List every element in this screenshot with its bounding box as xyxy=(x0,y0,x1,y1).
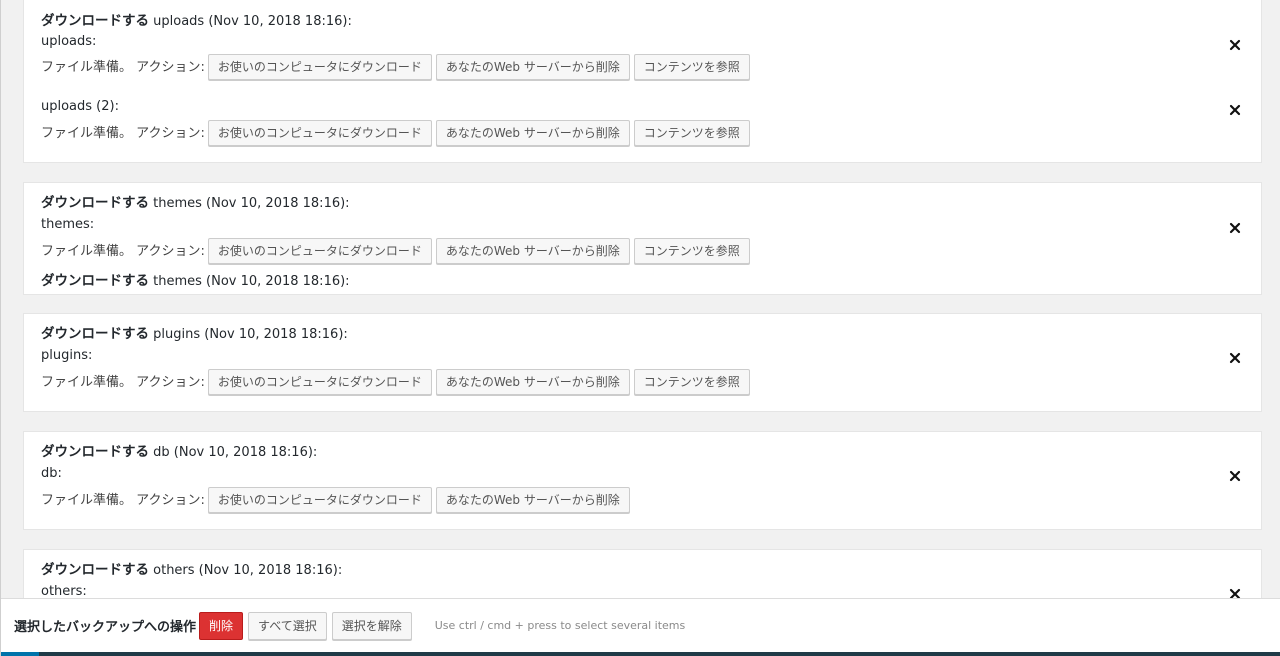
panel-heading: ダウンロードする plugins (Nov 10, 2018 18:16): xyxy=(41,322,348,342)
delete-from-server-button[interactable]: あなたのWeb サーバーから削除 xyxy=(435,120,630,146)
heading-suffix: db (Nov 10, 2018 18:16): xyxy=(153,445,318,460)
view-contents-button[interactable]: コンテンツを参照 xyxy=(633,238,750,264)
heading-suffix: uploads (Nov 10, 2018 18:16): xyxy=(153,14,352,29)
entity-label: uploads (2): xyxy=(41,99,119,114)
panel-heading: ダウンロードする db (Nov 10, 2018 18:16): xyxy=(41,440,317,460)
close-icon[interactable] xyxy=(1229,470,1241,482)
entity-label: db: xyxy=(41,466,62,481)
entity-label: uploads: xyxy=(41,34,97,49)
close-icon[interactable] xyxy=(1229,222,1241,234)
heading-suffix: others (Nov 10, 2018 18:16): xyxy=(153,563,343,578)
admin-bottom-accent xyxy=(1,652,39,656)
heading-suffix: themes (Nov 10, 2018 18:16): xyxy=(153,274,350,289)
panel-heading: ダウンロードする others (Nov 10, 2018 18:16): xyxy=(41,558,342,578)
download-to-computer-button[interactable]: お使いのコンピュータにダウンロード xyxy=(207,54,432,80)
status-text: ファイル準備。 アクション: xyxy=(41,126,205,141)
view-contents-button[interactable]: コンテンツを参照 xyxy=(633,120,750,146)
close-icon[interactable] xyxy=(1229,39,1241,51)
heading-suffix: plugins (Nov 10, 2018 18:16): xyxy=(153,327,348,342)
entity-actions: ファイル準備。 アクション: お使いのコンピュータにダウンロード あなたのWeb… xyxy=(41,487,634,515)
download-to-computer-button[interactable]: お使いのコンピュータにダウンロード xyxy=(207,487,432,513)
status-text: ファイル準備。 アクション: xyxy=(41,493,205,508)
entity-label: plugins: xyxy=(41,348,93,363)
bulk-actions-label: 選択したバックアップへの操作 xyxy=(14,620,197,635)
download-panel-plugins: ダウンロードする plugins (Nov 10, 2018 18:16): p… xyxy=(23,313,1262,412)
select-all-button[interactable]: すべて選択 xyxy=(248,611,327,640)
heading-prefix: ダウンロードする xyxy=(41,444,149,460)
multi-select-hint: Use ctrl / cmd + press to select several… xyxy=(434,619,686,632)
entity-actions: ファイル準備。 アクション: お使いのコンピュータにダウンロード あなたのWeb… xyxy=(41,369,754,397)
download-panel-themes: ダウンロードする themes (Nov 10, 2018 18:16): th… xyxy=(23,182,1262,295)
download-to-computer-button[interactable]: お使いのコンピュータにダウンロード xyxy=(207,369,432,395)
entity-label: themes: xyxy=(41,217,95,232)
delete-from-server-button[interactable]: あなたのWeb サーバーから削除 xyxy=(435,487,630,513)
delete-from-server-button[interactable]: あなたのWeb サーバーから削除 xyxy=(435,238,630,264)
deselect-button[interactable]: 選択を解除 xyxy=(331,611,412,640)
download-to-computer-button[interactable]: お使いのコンピュータにダウンロード xyxy=(207,238,432,264)
entity-actions: ファイル準備。 アクション: お使いのコンピュータにダウンロード あなたのWeb… xyxy=(41,238,754,266)
status-text: ファイル準備。 アクション: xyxy=(41,375,205,390)
heading-prefix: ダウンロードする xyxy=(41,13,149,29)
heading-prefix: ダウンロードする xyxy=(41,326,149,342)
entity-actions: ファイル準備。 アクション: お使いのコンピュータにダウンロード あなたのWeb… xyxy=(41,54,754,82)
backup-download-list: ダウンロードする uploads (Nov 10, 2018 18:16): u… xyxy=(0,0,1280,656)
panel-heading: ダウンロードする uploads (Nov 10, 2018 18:16): xyxy=(41,9,352,29)
close-icon[interactable] xyxy=(1229,104,1241,116)
admin-bottom-strip xyxy=(1,652,1280,656)
close-icon[interactable] xyxy=(1229,352,1241,364)
bulk-delete-button[interactable]: 削除 xyxy=(199,611,244,640)
status-text: ファイル準備。 アクション: xyxy=(41,244,205,259)
download-panel-uploads: ダウンロードする uploads (Nov 10, 2018 18:16): u… xyxy=(23,0,1262,163)
entity-actions: ファイル準備。 アクション: お使いのコンピュータにダウンロード あなたのWeb… xyxy=(41,120,754,148)
heading-prefix: ダウンロードする xyxy=(41,195,149,211)
panel-heading: ダウンロードする themes (Nov 10, 2018 18:16): xyxy=(41,191,350,211)
download-panel-db: ダウンロードする db (Nov 10, 2018 18:16): db: ファ… xyxy=(23,431,1262,530)
status-text: ファイル準備。 アクション: xyxy=(41,60,205,75)
view-contents-button[interactable]: コンテンツを参照 xyxy=(633,54,750,80)
heading-suffix: themes (Nov 10, 2018 18:16): xyxy=(153,196,350,211)
panel-heading-repeat: ダウンロードする themes (Nov 10, 2018 18:16): xyxy=(41,269,350,289)
heading-prefix: ダウンロードする xyxy=(41,562,149,578)
download-to-computer-button[interactable]: お使いのコンピュータにダウンロード xyxy=(207,120,432,146)
view-contents-button[interactable]: コンテンツを参照 xyxy=(633,369,750,395)
heading-prefix: ダウンロードする xyxy=(41,273,149,289)
delete-from-server-button[interactable]: あなたのWeb サーバーから削除 xyxy=(435,369,630,395)
bulk-actions-bar: 選択したバックアップへの操作 削除 すべて選択 選択を解除 Use ctrl /… xyxy=(1,598,1280,652)
delete-from-server-button[interactable]: あなたのWeb サーバーから削除 xyxy=(435,54,630,80)
entity-label: others: xyxy=(41,584,87,599)
